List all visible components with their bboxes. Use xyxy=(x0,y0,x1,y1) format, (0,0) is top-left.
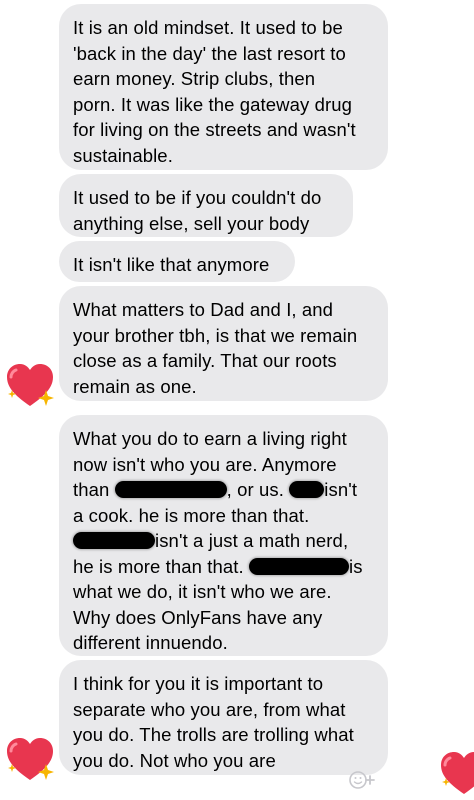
message-line: you do. Not who you are xyxy=(73,749,276,771)
message-bubble[interactable]: I think for you it is important to separ… xyxy=(59,660,388,775)
message-line: What matters to Dad and I, and xyxy=(73,299,334,320)
message-line: he is more than that. is xyxy=(73,554,372,580)
message-line: anything else, sell your body xyxy=(73,212,310,234)
message-line: 'back in the day' the last resort to xyxy=(73,42,346,64)
message-line: remain as one. xyxy=(73,375,197,397)
message-line: what we do, it isn't who we are. xyxy=(73,581,332,602)
message-line: for living on the streets and wasn't xyxy=(73,119,356,140)
message-line: I think for you it is important to xyxy=(73,673,324,694)
message-line: close as a family. That our roots xyxy=(73,350,337,371)
message-line: It isn't like that anymore xyxy=(73,254,270,275)
message-line: isn't a just a math nerd, xyxy=(73,528,372,554)
message-line: different innuendo. xyxy=(73,632,228,653)
message-text: isn't xyxy=(324,479,358,500)
sparkling-heart-icon[interactable] xyxy=(438,748,474,800)
message-line: your brother tbh, is that we remain xyxy=(73,324,358,346)
message-line: It is an old mindset. It used to be xyxy=(73,17,343,38)
message-bubble[interactable]: It isn't like that anymore xyxy=(59,241,295,282)
message-line: earn money. Strip clubs, then xyxy=(73,68,316,89)
message-bubble[interactable]: It used to be if you couldn't do anythin… xyxy=(59,174,353,237)
message-text: , or us. xyxy=(226,479,285,500)
message-line: It used to be if you couldn't do xyxy=(73,187,322,208)
sparkling-heart-icon[interactable] xyxy=(4,360,56,412)
smiley-plus-icon[interactable] xyxy=(348,770,376,790)
redacted-name xyxy=(249,557,349,575)
message-line: What you do to earn a living right xyxy=(73,428,347,449)
sparkling-heart-icon[interactable] xyxy=(4,734,56,786)
message-line: separate who you are, from what xyxy=(73,698,346,720)
message-line: sustainable. xyxy=(73,144,173,166)
message-bubble[interactable]: What you do to earn a living right now i… xyxy=(59,415,388,656)
message-line: Why does OnlyFans have any xyxy=(73,606,323,628)
message-bubble[interactable]: It is an old mindset. It used to be 'bac… xyxy=(59,4,388,170)
message-line: you do. The trolls are trolling what xyxy=(73,724,354,745)
message-text: is xyxy=(349,555,363,577)
redacted-name xyxy=(289,481,325,498)
redacted-name xyxy=(114,481,227,498)
message-text: than xyxy=(73,479,110,500)
message-text: he is more than that. xyxy=(73,555,244,577)
message-line: now isn't who you are. Anymore xyxy=(73,453,337,475)
message-text: isn't a just a math nerd, xyxy=(155,530,349,551)
message-line: porn. It was like the gateway drug xyxy=(73,93,352,115)
message-bubble[interactable]: What matters to Dad and I, and your brot… xyxy=(59,286,388,401)
message-line: a cook. he is more than that. xyxy=(73,504,310,526)
message-line: than , or us. isn't xyxy=(73,477,372,503)
redacted-name xyxy=(73,532,155,549)
